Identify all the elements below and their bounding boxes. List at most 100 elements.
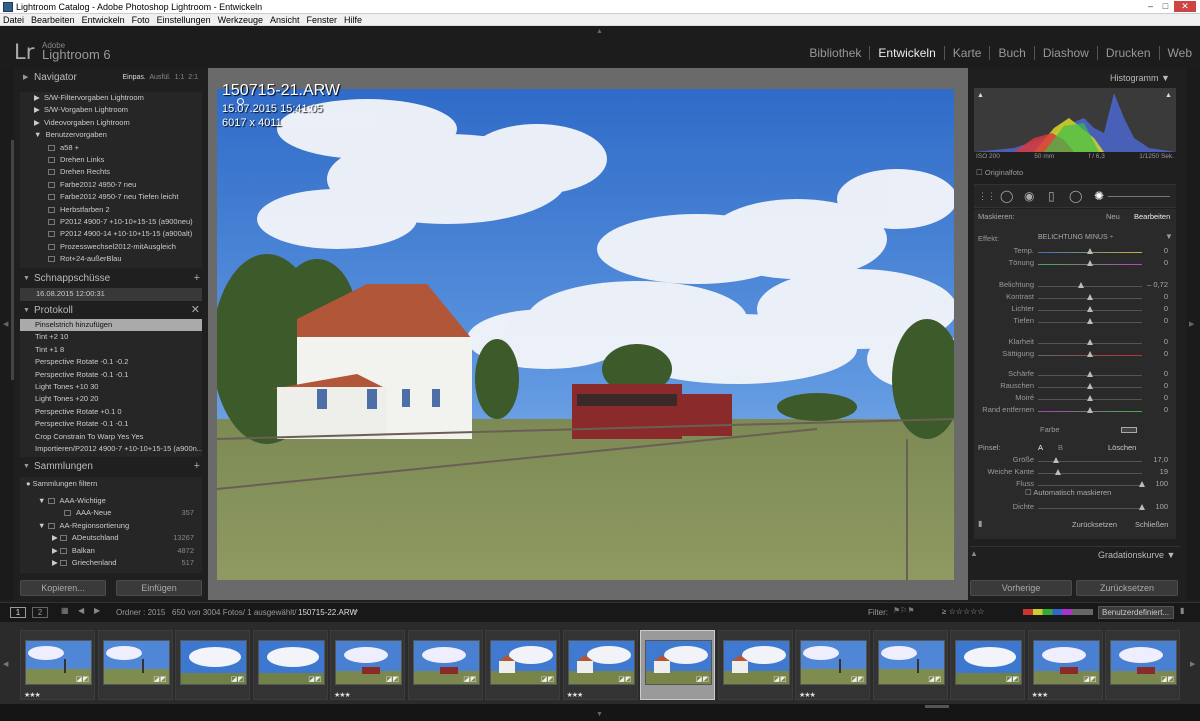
filmstrip-thumbnail[interactable]: ◪◩ (717, 630, 793, 700)
slider-lichter[interactable]: Lichter 0 (978, 304, 1172, 315)
filter-preset-dropdown[interactable]: Benutzerdefiniert... (1098, 606, 1174, 619)
filmstrip-thumbnail[interactable]: ◪◩ (950, 630, 1025, 700)
collection-item[interactable]: ▶ Balkan 4872 (20, 545, 202, 557)
filter-lock-icon[interactable]: ▮ (1180, 606, 1184, 615)
filmstrip-thumbnail[interactable]: ◪◩ (97, 630, 173, 700)
brush-erase-button[interactable]: Löschen (1108, 443, 1136, 452)
slider-value[interactable]: – 0,72 (1147, 280, 1168, 289)
slider-value[interactable]: 0 (1164, 381, 1168, 390)
filmstrip-thumbnail[interactable]: ◪◩ ★★★ (795, 630, 870, 700)
slider-belichtung[interactable]: Belichtung – 0,72 (978, 280, 1172, 291)
second-window-button[interactable]: 2 (32, 607, 48, 618)
slider-value[interactable]: 0 (1164, 258, 1168, 267)
slider-knob[interactable] (1087, 383, 1093, 389)
module-diashow[interactable]: Diashow (1033, 46, 1097, 60)
zoom-fit[interactable]: Einpas. (122, 74, 145, 81)
preset-item[interactable]: P2012 4900-7 +10-10+15-15 (a900neu) (20, 216, 202, 228)
crop-tool-icon[interactable]: ⋮⋮ (978, 191, 996, 202)
slider-knob[interactable] (1087, 294, 1093, 300)
filmstrip-thumbnail[interactable]: ◪◩ (1105, 630, 1180, 700)
filmstrip-thumbnail[interactable]: ◪◩ ★★★ (562, 630, 638, 700)
add-snapshot-icon[interactable]: + (194, 271, 200, 286)
clear-history-icon[interactable]: ✕ (191, 303, 200, 318)
slider-temp-[interactable]: Temp. 0 (978, 246, 1172, 257)
flag-filter-icon[interactable]: ⚑⚐⚑ (893, 606, 915, 615)
menu-foto[interactable]: Foto (132, 14, 150, 25)
top-panel-toggle-icon[interactable]: ▲ (596, 28, 603, 35)
collapse-effect-icon[interactable]: ▼ (1165, 232, 1173, 241)
slider-value[interactable]: 0 (1164, 304, 1168, 313)
module-buch[interactable]: Buch (989, 46, 1033, 60)
history-item[interactable]: Importieren/P2012 4900-7 +10-10+15-15 (a… (20, 443, 202, 455)
slider-value[interactable]: 0 (1164, 405, 1168, 414)
menu-fenster[interactable]: Fenster (307, 14, 338, 25)
main-window-button[interactable]: 1 (10, 607, 26, 618)
history-item[interactable]: Light Tones +20 20 (20, 393, 202, 405)
forward-arrow-icon[interactable]: ▶ (94, 606, 100, 615)
filmstrip-thumbnail[interactable]: ◪◩ (640, 630, 715, 700)
reset-button[interactable]: Zurücksetzen (1076, 580, 1178, 596)
history-item[interactable]: Perspective Rotate -0.1 -0.1 (20, 369, 202, 381)
brush-reset-button[interactable]: Zurücksetzen (1072, 520, 1117, 529)
brush-feather-slider[interactable]: Weiche Kante 19 (978, 467, 1172, 478)
menu-bearbeiten[interactable]: Bearbeiten (31, 14, 75, 25)
previous-button[interactable]: Vorherige (970, 580, 1072, 596)
collections-header[interactable]: ▼ Sammlungen + (20, 459, 202, 474)
auto-mask-checkbox[interactable]: ☐ Automatisch maskieren (1025, 488, 1111, 497)
preset-item[interactable]: P2012 4900-14 +10-10+15-15 (a900alt) (20, 228, 202, 240)
preset-item[interactable]: Drehen Links (20, 154, 202, 166)
brush-density-slider[interactable]: Dichte 100 (978, 502, 1172, 513)
menu-einstellungen[interactable]: Einstellungen (157, 14, 211, 25)
slider-schärfe[interactable]: Schärfe 0 (978, 369, 1172, 380)
mask-edit-button[interactable]: Bearbeiten (1134, 212, 1170, 221)
right-panel-toggle-icon[interactable]: ▶ (1189, 320, 1194, 328)
slider-knob[interactable] (1087, 248, 1093, 254)
slider-value[interactable]: 0 (1164, 349, 1168, 358)
maximize-button[interactable]: □ (1159, 1, 1172, 12)
slider-knob[interactable] (1052, 457, 1059, 463)
slider-track[interactable] (1038, 508, 1142, 509)
slider-track[interactable] (1038, 286, 1142, 287)
original-photo-toggle[interactable]: ☐ Originalfoto (976, 168, 1023, 177)
mask-new-button[interactable]: Neu (1106, 212, 1120, 221)
effect-preset-dropdown[interactable]: BELICHTUNG MINUS ÷ (1038, 234, 1113, 241)
copy-settings-button[interactable]: Kopieren... (20, 580, 106, 596)
slider-track[interactable] (1038, 485, 1142, 486)
slider-knob[interactable] (1054, 469, 1061, 475)
color-swatch[interactable] (1121, 427, 1137, 433)
close-button[interactable]: ✕ (1174, 1, 1196, 12)
preset-item[interactable]: Farbe2012 4950-7 neu (20, 179, 202, 191)
preset-folder[interactable]: ▼ Benutzervorgaben (20, 129, 202, 141)
slider-knob[interactable] (1077, 282, 1084, 288)
file-dropdown-icon[interactable]: ▾ (354, 607, 358, 616)
filmstrip-thumbnail[interactable]: ◪◩ (175, 630, 250, 700)
history-item[interactable]: Tint +1 8 (20, 344, 202, 356)
menu-entwickeln[interactable]: Entwickeln (82, 14, 125, 25)
back-arrow-icon[interactable]: ◀ (78, 606, 84, 615)
slider-knob[interactable] (1087, 395, 1093, 401)
filmstrip-thumbnail[interactable]: ◪◩ (252, 630, 328, 700)
slider-knob[interactable] (1087, 260, 1093, 266)
module-drucken[interactable]: Drucken (1096, 46, 1159, 60)
filmstrip-thumbnail[interactable]: ◪◩ (407, 630, 483, 700)
menu-hilfe[interactable]: Hilfe (344, 14, 362, 25)
graduated-filter-icon[interactable]: ▯ (1048, 189, 1055, 203)
collections-filter[interactable]: ● Sammlungen filtern (20, 477, 202, 491)
history-item[interactable]: Crop Constrain To Warp Yes Yes (20, 431, 202, 443)
slider-tiefen[interactable]: Tiefen 0 (978, 316, 1172, 327)
slider-knob[interactable] (1087, 351, 1093, 357)
history-item[interactable]: Perspective Rotate +0.1 0 (20, 406, 202, 418)
module-entwickeln[interactable]: Entwickeln (869, 46, 943, 60)
slider-sättigung[interactable]: Sättigung 0 (978, 349, 1172, 360)
slider-klarheit[interactable]: Klarheit 0 (978, 337, 1172, 348)
navigator-header[interactable]: ▶ Navigator Einpas. Ausfül. 1:1 2:1 (20, 70, 202, 85)
add-collection-icon[interactable]: + (194, 459, 200, 474)
redeye-icon[interactable]: ◉ (1024, 189, 1034, 203)
filmstrip-right-icon[interactable]: ▶ (1190, 660, 1195, 668)
histogram-header[interactable]: Histogramm ▼ (1110, 73, 1170, 83)
brush-close-button[interactable]: Schließen (1135, 520, 1168, 529)
panel-switch-icon[interactable]: ▮ (978, 519, 982, 528)
menu-ansicht[interactable]: Ansicht (270, 14, 300, 25)
slider-knob[interactable] (1087, 306, 1093, 312)
filmstrip-thumbnail[interactable]: ◪◩ ★★★ (1027, 630, 1103, 700)
